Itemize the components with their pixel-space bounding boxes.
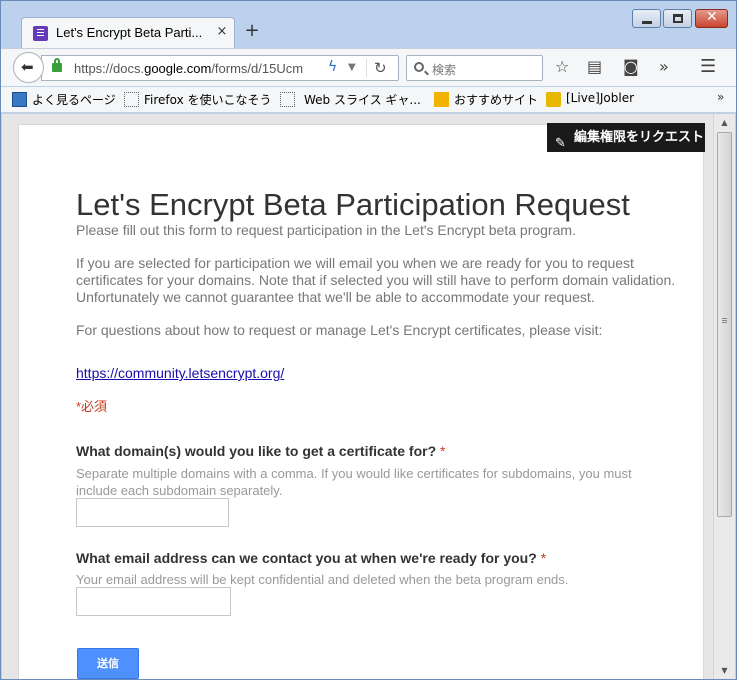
url-divider [366, 59, 367, 77]
bookmark-most-visited[interactable]: よく見るページ [32, 91, 116, 108]
close-window-button[interactable]: ✕ [695, 9, 728, 28]
url-bar[interactable]: https://docs.google.com/forms/d/15Ucm ϟ … [41, 55, 399, 81]
bolt-icon[interactable]: ϟ [328, 59, 337, 75]
scroll-down-arrow-icon[interactable]: ▼ [714, 662, 735, 679]
form-card: Let's Encrypt Beta Participation Request… [19, 125, 703, 679]
question-email-help: Your email address will be kept confiden… [76, 572, 569, 587]
search-icon [414, 62, 424, 72]
scroll-up-arrow-icon[interactable]: ▲ [714, 114, 735, 131]
navigation-toolbar: https://docs.google.com/forms/d/15Ucm ϟ … [1, 48, 736, 86]
bookmark-web-slice[interactable]: Web スライス ギャ... [304, 91, 421, 108]
minimize-icon [642, 21, 652, 24]
community-link[interactable]: https://community.letsencrypt.org/ [76, 365, 284, 381]
pocket-icon[interactable]: ◙ [623, 58, 639, 76]
globe-icon [12, 92, 27, 107]
browser-window: Let's Encrypt Beta Parti... × + ✕ https:… [0, 0, 737, 680]
bookmark-star-icon[interactable]: ☆ [555, 58, 569, 76]
bookmark-live-jobler[interactable]: [Live]Jobler [566, 91, 634, 105]
pencil-icon: ✎ [555, 136, 566, 151]
tab-strip: Let's Encrypt Beta Parti... × + ✕ [1, 1, 736, 48]
question-domain-help: Separate multiple domains with a comma. … [76, 466, 632, 498]
required-star: * [540, 550, 547, 566]
search-placeholder: 検索 [432, 63, 457, 77]
domain-field[interactable] [76, 498, 229, 527]
required-note: *必須 [76, 399, 108, 414]
lock-icon[interactable] [52, 58, 62, 72]
live-icon [546, 92, 561, 107]
tab-close-icon[interactable]: × [214, 23, 230, 41]
bookmarks-toolbar: よく見るページ Firefox を使いこなそう Web スライス ギャ... お… [1, 87, 736, 113]
overflow-chevron-icon[interactable]: » [659, 58, 669, 76]
dotted-page-icon [124, 92, 139, 107]
url-dropdown-icon[interactable]: ▼ [348, 62, 356, 73]
scrollbar-thumb[interactable] [717, 132, 732, 517]
email-field[interactable] [76, 587, 231, 616]
new-tab-button[interactable]: + [243, 22, 261, 40]
search-input[interactable]: 検索 [406, 55, 543, 81]
forms-favicon-icon [33, 26, 48, 41]
reading-list-icon[interactable]: ▤ [587, 58, 602, 76]
questions-note: For questions about how to request or ma… [76, 322, 603, 338]
tab-active[interactable]: Let's Encrypt Beta Parti... × [21, 17, 235, 48]
request-edit-access-label: 編集権限をリクエスト [574, 130, 705, 145]
submit-button[interactable]: 送信 [77, 648, 139, 679]
close-icon: ✕ [706, 9, 718, 25]
bookmarks-overflow-icon[interactable]: » [717, 90, 724, 104]
back-button[interactable]: ⬅ [13, 52, 44, 83]
maximize-icon [673, 14, 683, 23]
maximize-button[interactable] [663, 9, 692, 28]
vertical-scrollbar[interactable]: ▲ ▼ [713, 114, 735, 679]
back-arrow-icon: ⬅ [21, 58, 34, 76]
question-domain-label: What domain(s) would you like to get a c… [76, 443, 446, 459]
form-description: If you are selected for participation we… [76, 255, 676, 305]
question-email-label: What email address can we contact you at… [76, 550, 547, 566]
reload-icon[interactable]: ↻ [374, 59, 387, 77]
bookmark-firefox-tips[interactable]: Firefox を使いこなそう [144, 91, 272, 108]
form-title: Let's Encrypt Beta Participation Request [76, 187, 630, 222]
dotted-page-icon [280, 92, 295, 107]
required-star: * [440, 443, 446, 459]
menu-icon[interactable]: ☰ [700, 58, 716, 76]
minimize-button[interactable] [632, 9, 661, 28]
bookmark-recommended[interactable]: おすすめサイト [454, 91, 538, 108]
bing-icon [434, 92, 449, 107]
url-text[interactable]: https://docs.google.com/forms/d/15Ucm [74, 61, 326, 76]
request-edit-access-button[interactable]: ✎ 編集権限をリクエスト [547, 123, 705, 152]
tab-title: Let's Encrypt Beta Parti... [56, 25, 203, 40]
form-intro: Please fill out this form to request par… [76, 222, 576, 238]
page-content: Let's Encrypt Beta Participation Request… [2, 114, 713, 679]
